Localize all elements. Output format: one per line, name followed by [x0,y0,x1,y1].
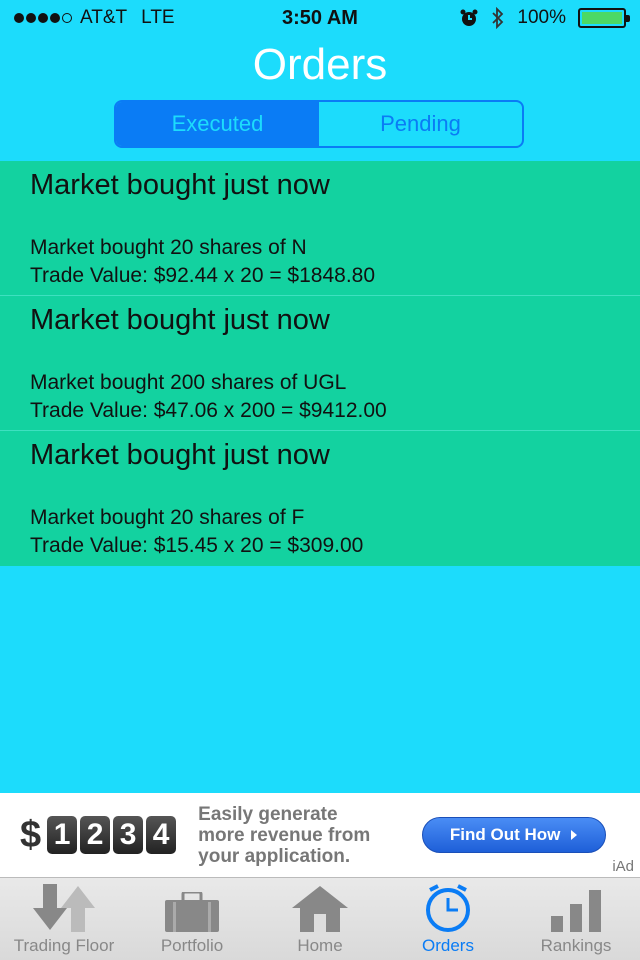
iad-banner[interactable]: $ 1 2 3 4 Easily generate more revenue f… [0,793,640,877]
tab-label: Trading Floor [13,936,115,955]
chevron-right-icon [571,830,578,840]
ad-logo: $ 1 2 3 4 [20,813,177,857]
carrier-name: AT&T [80,7,128,28]
ad-digit: 3 [113,816,144,854]
tab-rankings[interactable]: Rankings [512,878,640,960]
tab-label: Portfolio [160,936,224,955]
network-type: LTE [141,7,175,28]
order-trade-value: Trade Value: $47.06 x 200 = $9412.00 [30,399,387,422]
tab-label: Orders [422,936,474,955]
ad-button-label: Find Out How [449,825,561,844]
order-heading: Market bought just now [30,439,330,471]
ad-text: Easily generate more revenue from your a… [198,804,408,867]
tab-trading-floor[interactable]: Trading Floor [0,878,128,960]
page-title: Orders [252,40,388,89]
ad-text-line: Easily generate [198,803,338,825]
status-bar: AT&T LTE 3:50 AM 100% [0,0,640,36]
battery-percent: 100% [517,7,566,28]
battery-fill [582,12,622,24]
order-trade-value: Trade Value: $15.45 x 20 = $309.00 [30,534,364,557]
tab-portfolio[interactable]: Portfolio [128,878,256,960]
order-row[interactable]: Market bought just now Market bought 200… [0,296,640,431]
tab-orders[interactable]: Orders [384,878,512,960]
ad-digit: 2 [80,816,111,854]
order-trade-value: Trade Value: $92.44 x 20 = $1848.80 [30,264,376,287]
bluetooth-icon [492,7,504,29]
tab-label: Home [297,936,343,955]
home-icon [292,886,348,932]
battery-icon [578,8,630,28]
ad-dollar-sign: $ [20,813,42,856]
ad-text-line: your application. [198,845,351,867]
orders-list: Market bought just now Market bought 20 … [0,161,640,566]
order-heading: Market bought just now [30,304,330,336]
ad-text-line: more revenue from [198,824,371,846]
tab-pending[interactable]: Pending [319,102,522,146]
ad-digit: 1 [47,816,78,854]
order-detail: Market bought 20 shares of N [30,236,307,259]
clock-icon [426,884,470,932]
signal-strength-icon [14,13,72,23]
iad-tag: iAd [612,858,634,875]
order-row[interactable]: Market bought just now Market bought 20 … [0,431,640,566]
arrows-icon [33,884,95,932]
bar-chart-icon [551,890,601,932]
alarm-clock-icon [460,9,478,26]
tab-executed[interactable]: Executed [116,102,319,146]
tab-label: Rankings [540,936,612,955]
orders-segmented-control: Executed Pending [114,100,524,148]
tab-bar: Trading Floor Portfolio Home Orders Rank… [0,877,640,960]
order-heading: Market bought just now [30,169,330,201]
order-detail: Market bought 20 shares of F [30,506,305,529]
order-detail: Market bought 200 shares of UGL [30,371,347,394]
order-row[interactable]: Market bought just now Market bought 20 … [0,161,640,296]
briefcase-icon [165,892,219,932]
tab-home[interactable]: Home [256,878,384,960]
find-out-how-button[interactable]: Find Out How [422,817,607,853]
ad-digit: 4 [146,816,177,854]
